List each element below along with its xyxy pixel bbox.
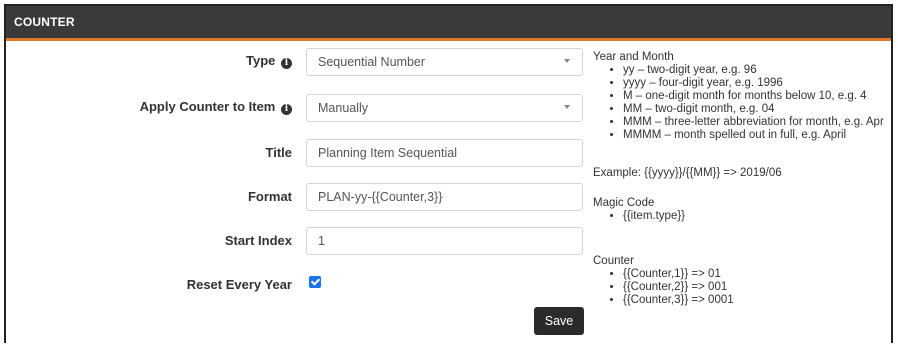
help-magic-code: Magic Code {{item.type}} (593, 197, 685, 223)
type-select[interactable]: Sequential Number (306, 48, 583, 76)
type-label: Type i (246, 53, 292, 69)
apply-counter-label: Apply Counter to Item i (140, 99, 292, 115)
format-input[interactable]: PLAN-yy-{{Counter,3}} (306, 183, 583, 211)
apply-counter-select[interactable]: Manually (306, 94, 583, 122)
start-index-label: Start Index (224, 233, 292, 248)
panel-title: COUNTER (14, 15, 75, 29)
help-list: {{Counter,1}} => 01 {{Counter,2}} => 001… (593, 268, 734, 307)
info-icon[interactable]: i (281, 58, 292, 69)
help-item: {{Counter,1}} => 01 (623, 268, 734, 281)
help-list: {{item.type}} (593, 210, 685, 223)
info-icon[interactable]: i (281, 104, 292, 115)
title-input-placeholder: Planning Item Sequential (318, 146, 457, 160)
help-item: yyyy – four-digit year, e.g. 1996 (623, 77, 884, 90)
help-item: MM – two-digit month, e.g. 04 (623, 103, 884, 116)
start-index-input-placeholder: 1 (318, 234, 325, 248)
apply-counter-select-value: Manually (318, 101, 369, 115)
help-item: {{Counter,2}} => 001 (623, 281, 734, 294)
chevron-down-icon (564, 59, 570, 63)
save-button[interactable]: Save (534, 307, 584, 335)
help-heading: Magic Code (593, 197, 655, 209)
type-select-value: Sequential Number (318, 55, 426, 69)
reset-every-year-checkbox[interactable] (309, 276, 321, 288)
help-item: MMM – three-letter abbreviation for mont… (623, 116, 884, 129)
reset-every-year-label: Reset Every Year (186, 277, 292, 292)
help-example: Example: {{yyyy}}/{{MM}} => 2019/06 (593, 167, 782, 179)
help-counter: Counter {{Counter,1}} => 01 {{Counter,2}… (593, 255, 734, 307)
apply-counter-label-text: Apply Counter to Item (139, 99, 276, 114)
help-item: yy – two-digit year, e.g. 96 (623, 64, 884, 77)
help-heading: Year and Month (593, 51, 674, 63)
format-label: Format (247, 189, 292, 204)
help-year-month: Year and Month yy – two-digit year, e.g.… (593, 51, 884, 142)
help-item: {{item.type}} (623, 210, 685, 223)
help-item: M – one-digit month for months below 10,… (623, 90, 884, 103)
type-label-text: Type (245, 53, 276, 68)
panel-header: COUNTER (6, 6, 891, 41)
help-list: yy – two-digit year, e.g. 96 yyyy – four… (593, 64, 884, 142)
help-heading: Counter (593, 255, 634, 267)
start-index-input[interactable]: 1 (306, 227, 583, 255)
format-input-placeholder: PLAN-yy-{{Counter,3}} (318, 190, 443, 204)
help-item: MMMM – month spelled out in full, e.g. A… (623, 129, 884, 142)
help-item: {{Counter,3}} => 0001 (623, 294, 734, 307)
title-label: Title (265, 145, 293, 160)
chevron-down-icon (564, 105, 570, 109)
title-input[interactable]: Planning Item Sequential (306, 139, 583, 167)
